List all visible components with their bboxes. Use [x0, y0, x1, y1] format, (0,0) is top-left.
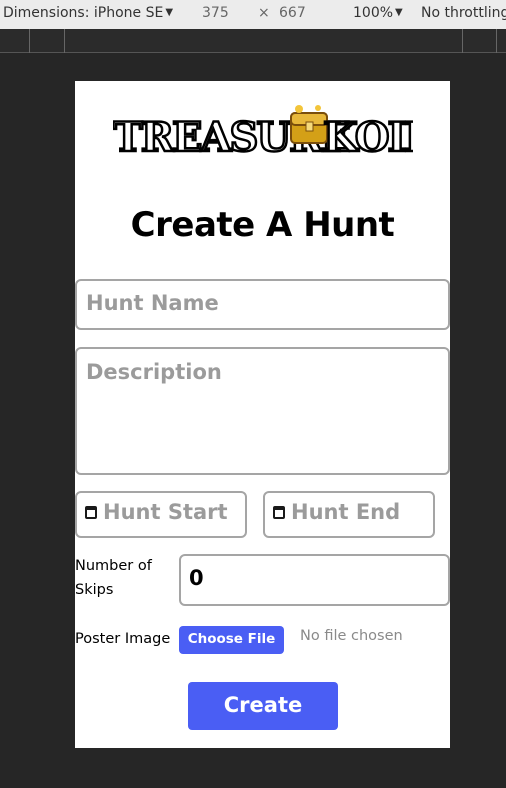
zoom-label: 100% — [353, 5, 394, 21]
device-label: Dimensions: iPhone SE — [3, 5, 164, 21]
calendar-icon[interactable] — [85, 506, 97, 519]
devtools-toolbar: Dimensions: iPhone SE ▼ 375 × 667 100% ▼ N… — [0, 0, 506, 29]
calendar-icon[interactable] — [273, 506, 285, 519]
height-input[interactable]: 667 — [279, 5, 306, 21]
skips-label-line1: Number of — [75, 558, 152, 574]
zoom-select[interactable]: 100% ▼ — [353, 5, 403, 21]
hunt-start-placeholder: Hunt Start — [103, 500, 228, 524]
skips-label: Number of Skips — [75, 554, 152, 602]
logo-word-koii: KOII — [323, 114, 413, 158]
ruler-tick — [29, 29, 30, 53]
skips-label-line2: Skips — [75, 582, 114, 598]
treasure-chest-icon — [290, 105, 328, 144]
skips-value: 0 — [189, 566, 204, 590]
throttle-select[interactable]: No throttling — [421, 5, 506, 21]
times-icon: × — [258, 5, 270, 21]
ruler-tick — [462, 29, 463, 53]
hunt-name-input[interactable]: Hunt Name — [75, 279, 450, 330]
choose-file-button[interactable]: Choose File — [179, 626, 284, 654]
treasure-koii-logo: TREASURE KOII — [113, 105, 413, 158]
page-title: Create A Hunt — [130, 205, 395, 245]
hunt-start-input[interactable]: Hunt Start — [75, 491, 247, 538]
hunt-end-input[interactable]: Hunt End — [263, 491, 435, 538]
poster-image-label: Poster Image — [75, 631, 171, 647]
hunt-name-placeholder: Hunt Name — [86, 291, 219, 315]
no-file-text: No file chosen — [300, 628, 403, 644]
hunt-end-placeholder: Hunt End — [291, 500, 401, 524]
ruler-tick — [64, 29, 65, 53]
chevron-down-icon: ▼ — [395, 7, 403, 18]
description-textarea[interactable]: Description — [75, 347, 450, 475]
phone-viewport: TREASURE KOII Create A Hunt Hunt Name De… — [75, 81, 450, 748]
device-select[interactable]: Dimensions: iPhone SE ▼ — [3, 5, 173, 21]
number-of-skips-input[interactable]: 0 — [179, 554, 450, 606]
ruler-tick — [496, 29, 497, 53]
width-input[interactable]: 375 — [202, 5, 229, 21]
create-button[interactable]: Create — [188, 682, 338, 730]
media-query-bar — [0, 29, 506, 53]
description-placeholder: Description — [86, 360, 222, 384]
chevron-down-icon: ▼ — [165, 7, 174, 18]
